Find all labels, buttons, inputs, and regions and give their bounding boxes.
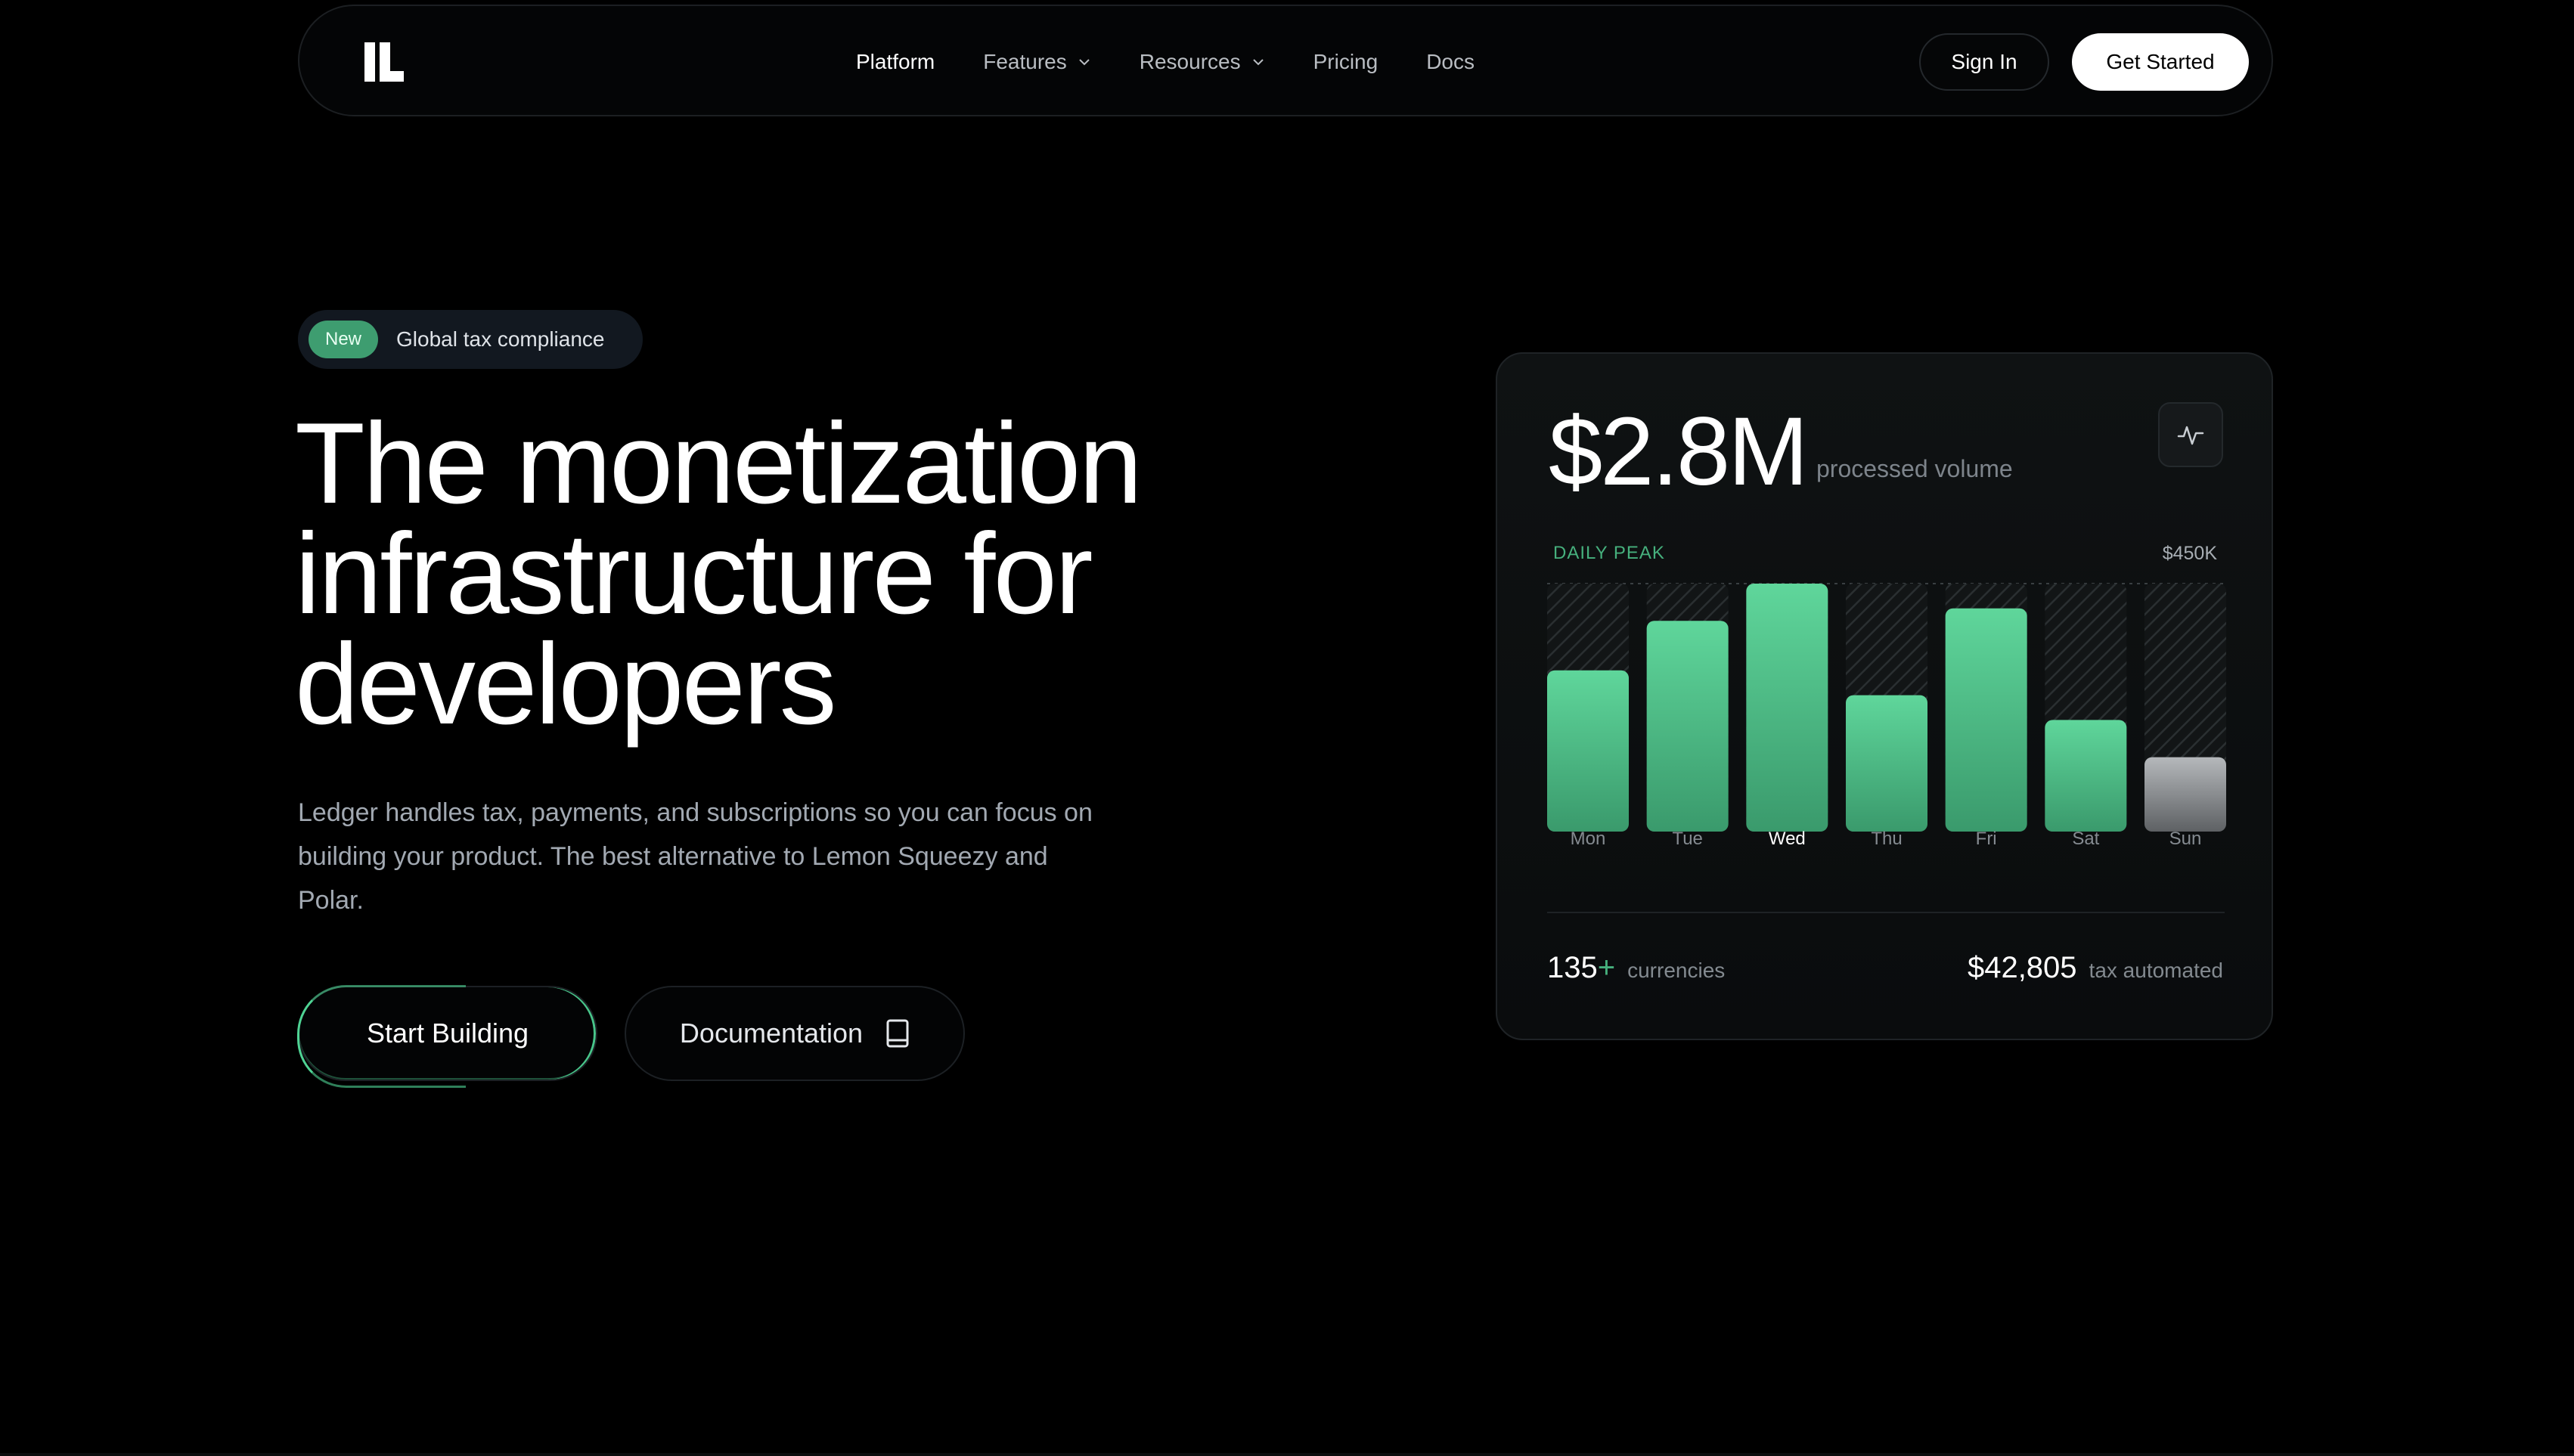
top-navigation: Platform Features Resources Pricing Docs Sig…: [298, 5, 2273, 116]
nav-item-label: Docs: [1426, 50, 1475, 73]
bar-sun[interactable]: [2144, 757, 2226, 832]
day-label-sat: Sat: [2072, 829, 2100, 849]
documentation-button[interactable]: Documentation: [625, 986, 965, 1081]
nav-item-label: Pricing: [1313, 50, 1378, 73]
nav-item-label: Resources: [1139, 50, 1241, 73]
bar-wed[interactable]: [1746, 584, 1828, 832]
headline-line: developers: [295, 620, 837, 748]
processed-volume-label: processed volume: [1816, 455, 2013, 482]
day-label-sun: Sun: [2169, 829, 2202, 849]
hero-subtext: Ledger handles tax, payments, and subscr…: [298, 798, 1093, 915]
tax-amount: $42,805: [1967, 951, 2077, 984]
bar-tue[interactable]: [1646, 621, 1729, 832]
currencies-plus: +: [1597, 951, 1616, 984]
tax-label: tax automated: [2089, 959, 2223, 982]
new-tag: New: [309, 321, 379, 358]
book-icon: [886, 1019, 909, 1048]
bar-mon[interactable]: [1547, 670, 1629, 832]
currencies-count: 135: [1547, 951, 1598, 984]
day-label-tue: Tue: [1672, 829, 1703, 849]
get-started-button[interactable]: Get Started: [2072, 33, 2249, 91]
processed-volume-value: $2.8M: [1549, 398, 1809, 506]
bar-thu[interactable]: [1846, 695, 1927, 832]
nav-item-label: Platform: [856, 50, 935, 73]
daily-peak-label: DAILY PEAK: [1553, 543, 1665, 563]
chevron-down-icon: [1079, 59, 1090, 66]
activity-pulse-icon: [2177, 426, 2204, 445]
headline-line: The monetization: [295, 399, 1143, 528]
headline-line: infrastructure for: [295, 510, 1093, 638]
day-labels: Mon Tue Wed Thu Fri Sat Sun: [1547, 829, 2226, 859]
currencies-label: currencies: [1627, 959, 1726, 982]
nav-item-label: Features: [983, 50, 1067, 73]
currencies-stat: 135 + currencies: [1547, 951, 1725, 985]
announcement-badge[interactable]: New Global tax compliance: [298, 310, 643, 369]
volume-card: $2.8M processed volume DAILY PEAK $450K …: [1496, 352, 2273, 1040]
nav-item-pricing[interactable]: Pricing: [1313, 50, 1378, 74]
nav-item-platform[interactable]: Platform: [856, 50, 935, 74]
sign-in-button[interactable]: Sign In: [1919, 33, 2049, 91]
nav-item-features[interactable]: Features: [983, 50, 1091, 74]
tax-stat: $42,805 tax automated: [1968, 951, 2223, 985]
nav-item-resources[interactable]: Resources: [1140, 50, 1265, 74]
activity-button[interactable]: [2158, 402, 2223, 467]
documentation-label: Documentation: [679, 1018, 864, 1049]
nav-links: Platform Features Resources Pricing Docs: [856, 6, 1523, 118]
card-divider: [1547, 912, 2225, 913]
nav-item-docs[interactable]: Docs: [1426, 50, 1475, 74]
hero-headline: The monetization infrastructure for deve…: [295, 399, 1278, 748]
day-label-mon: Mon: [1570, 829, 1606, 849]
daily-volume-bar-chart: [1547, 583, 2226, 832]
day-label-thu: Thu: [1871, 829, 1903, 849]
start-building-label: Start Building: [366, 1018, 529, 1049]
daily-peak-value: $450K: [2162, 543, 2217, 564]
start-building-button[interactable]: Start Building: [297, 985, 597, 1088]
bar-sat[interactable]: [2045, 720, 2127, 832]
badge-text: Global tax compliance: [396, 327, 605, 351]
page-bottom-edge: [0, 1453, 2574, 1456]
chevron-down-icon: [1252, 59, 1264, 66]
bar-fri[interactable]: [1945, 608, 2027, 832]
ledger-logo-icon[interactable]: [364, 42, 404, 82]
day-label-fri: Fri: [1975, 829, 1997, 849]
day-label-wed: Wed: [1768, 829, 1806, 849]
